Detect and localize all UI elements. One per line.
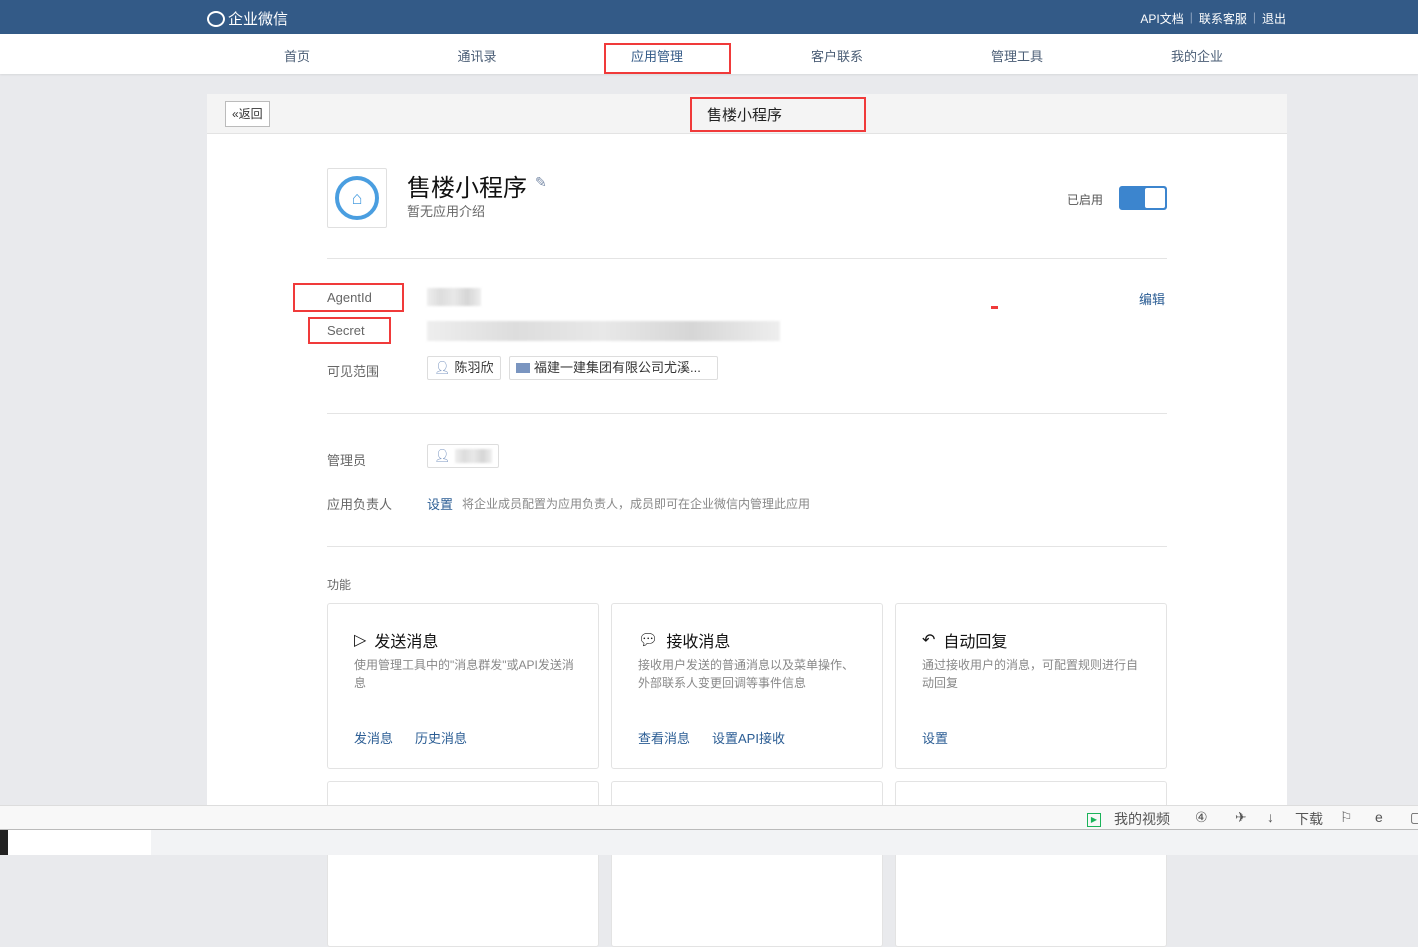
ie-icon[interactable]: e (1375, 809, 1383, 825)
person-icon: 👤︎ (434, 448, 451, 463)
scope-label: 可见范围 (327, 364, 380, 379)
folder-icon (516, 363, 530, 373)
card-title: 自动回复 (943, 634, 1008, 651)
window-icon[interactable]: ▢ (1410, 809, 1418, 826)
card-desc: 使用管理工具中的"消息群发"或API发送消息 (354, 658, 574, 690)
app-detail-card: «返回 售楼小程序 ⌂ 售楼小程序 ✎ 暂无应用介绍 已启用 AgentId 编… (207, 94, 1287, 947)
annotation-box (293, 283, 404, 312)
history-link[interactable]: 历史消息 (415, 728, 467, 747)
nav-customer-contact[interactable]: 客户联系 (777, 46, 897, 65)
logo-text: 企业微信 (228, 11, 289, 28)
annotation-mark (991, 306, 998, 309)
owner-hint: 将企业成员配置为应用负责人，成员即可在企业微信内管理此应用 (462, 497, 811, 511)
nav-contacts[interactable]: 通讯录 (417, 46, 537, 65)
annotation-box (604, 43, 731, 74)
agentid-value-redacted (427, 288, 481, 306)
app-description: 暂无应用介绍 (407, 204, 486, 219)
status-label: 已启用 (1067, 193, 1104, 207)
feature-card-receive: 💬︎ 接收消息 接收用户发送的普通消息以及菜单操作、外部联系人变更回调等事件信息 … (611, 603, 883, 769)
annotation-box (308, 317, 391, 344)
rocket-icon[interactable]: ✈ (1235, 809, 1247, 826)
divider (327, 546, 1167, 547)
feature-card-send: ▷ 发送消息 使用管理工具中的"消息群发"或API发送消息 发消息 历史消息 (327, 603, 599, 769)
app-icon[interactable]: ⌂ (327, 168, 387, 228)
browser-status-bar: ▶ 我的视频 ④ ✈ ↓ 下载 ⚐ e ▢ (0, 805, 1418, 830)
send-message-link[interactable]: 发消息 (354, 728, 393, 747)
view-messages-link[interactable]: 查看消息 (638, 728, 690, 747)
top-bar: 企业微信 API文档 | 联系客服 | 退出 (0, 0, 1418, 34)
message-icon: 💬︎ (638, 632, 659, 649)
admin-name-redacted (454, 449, 492, 463)
play-icon: ▶ (1087, 813, 1101, 827)
owner-label: 应用负责人 (327, 497, 393, 512)
send-icon: ▷ (354, 632, 367, 649)
autoreply-settings-link[interactable]: 设置 (922, 728, 948, 747)
nav-management-tools[interactable]: 管理工具 (957, 46, 1077, 65)
enable-toggle[interactable] (1119, 186, 1167, 210)
person-icon: 👤︎ (434, 360, 451, 375)
video-button[interactable]: ▶ (1087, 809, 1101, 827)
chat-logo-icon (207, 10, 225, 27)
card-desc: 通过接收用户的消息，可配置规则进行自动回复 (922, 658, 1139, 690)
flag-icon[interactable]: ⚐ (1340, 809, 1353, 826)
edit-pencil-icon[interactable]: ✎ (535, 174, 547, 191)
api-receive-link[interactable]: 设置API接收 (712, 728, 785, 747)
back-button[interactable]: «返回 (225, 101, 270, 127)
feature-card-autoreply: ↶ 自动回复 通过接收用户的消息，可配置规则进行自动回复 设置 (895, 603, 1167, 769)
admin-tag[interactable]: 👤︎ (427, 444, 499, 468)
logo[interactable]: 企业微信 (207, 8, 288, 29)
edit-link[interactable]: 编辑 (1139, 289, 1165, 308)
secret-value-redacted (427, 321, 780, 341)
divider: | (1252, 10, 1256, 24)
nav-my-company[interactable]: 我的企业 (1137, 46, 1257, 65)
support-link[interactable]: 联系客服 (1199, 10, 1247, 27)
api-docs-link[interactable]: API文档 (1140, 10, 1183, 27)
download-icon[interactable]: ↓ (1267, 809, 1274, 825)
tag-text: 陈羽欣 (454, 360, 494, 375)
scope-tag-user[interactable]: 👤︎ 陈羽欣 (427, 356, 501, 380)
logout-link[interactable]: 退出 (1262, 10, 1286, 27)
my-video-label[interactable]: 我的视频 (1114, 809, 1170, 829)
speed-icon[interactable]: ④ (1195, 809, 1208, 826)
building-logo-icon: ⌂ (335, 176, 379, 220)
card-title: 发送消息 (374, 634, 439, 651)
divider (327, 413, 1167, 414)
download-label[interactable]: 下载 (1295, 809, 1323, 829)
nav-home[interactable]: 首页 (237, 46, 357, 65)
card-desc: 接收用户发送的普通消息以及菜单操作、外部联系人变更回调等事件信息 (638, 658, 855, 690)
annotation-box (690, 97, 866, 132)
taskbar (0, 830, 1418, 855)
divider (327, 258, 1167, 259)
scope-tag-department[interactable]: 福建一建集团有限公司尤溪... (509, 356, 718, 380)
divider: | (1189, 10, 1193, 24)
owner-set-link[interactable]: 设置 (427, 494, 453, 513)
app-name: 售楼小程序 (407, 175, 527, 202)
reply-icon: ↶ (922, 632, 936, 649)
admin-label: 管理员 (327, 453, 367, 468)
features-label: 功能 (327, 578, 352, 592)
card-title: 接收消息 (666, 634, 731, 651)
tag-text: 福建一建集团有限公司尤溪... (534, 360, 701, 375)
